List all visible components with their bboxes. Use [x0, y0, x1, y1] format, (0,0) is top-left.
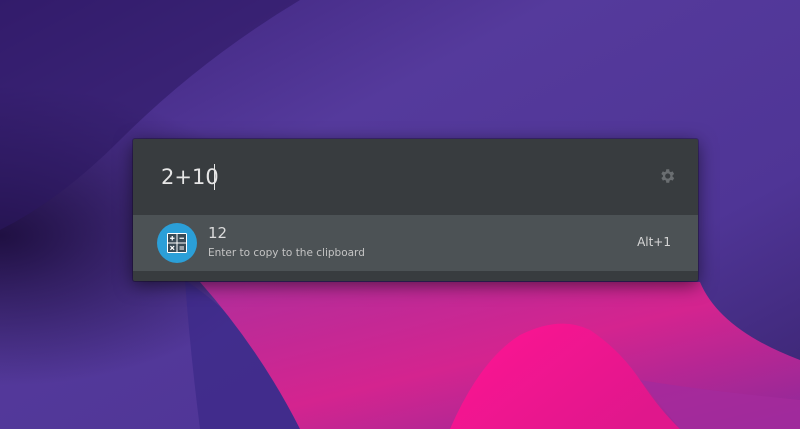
- text-caret: [214, 164, 215, 190]
- result-item[interactable]: 12 Enter to copy to the clipboard Alt+1: [133, 215, 698, 271]
- query-row: [133, 139, 698, 215]
- launcher-window: 12 Enter to copy to the clipboard Alt+1: [133, 139, 698, 281]
- query-input[interactable]: [161, 161, 641, 193]
- result-shortcut: Alt+1: [637, 235, 671, 249]
- gear-icon[interactable]: [658, 167, 676, 185]
- result-description: Enter to copy to the clipboard: [208, 247, 365, 259]
- result-title: 12: [208, 224, 228, 242]
- calculator-icon: [157, 223, 197, 263]
